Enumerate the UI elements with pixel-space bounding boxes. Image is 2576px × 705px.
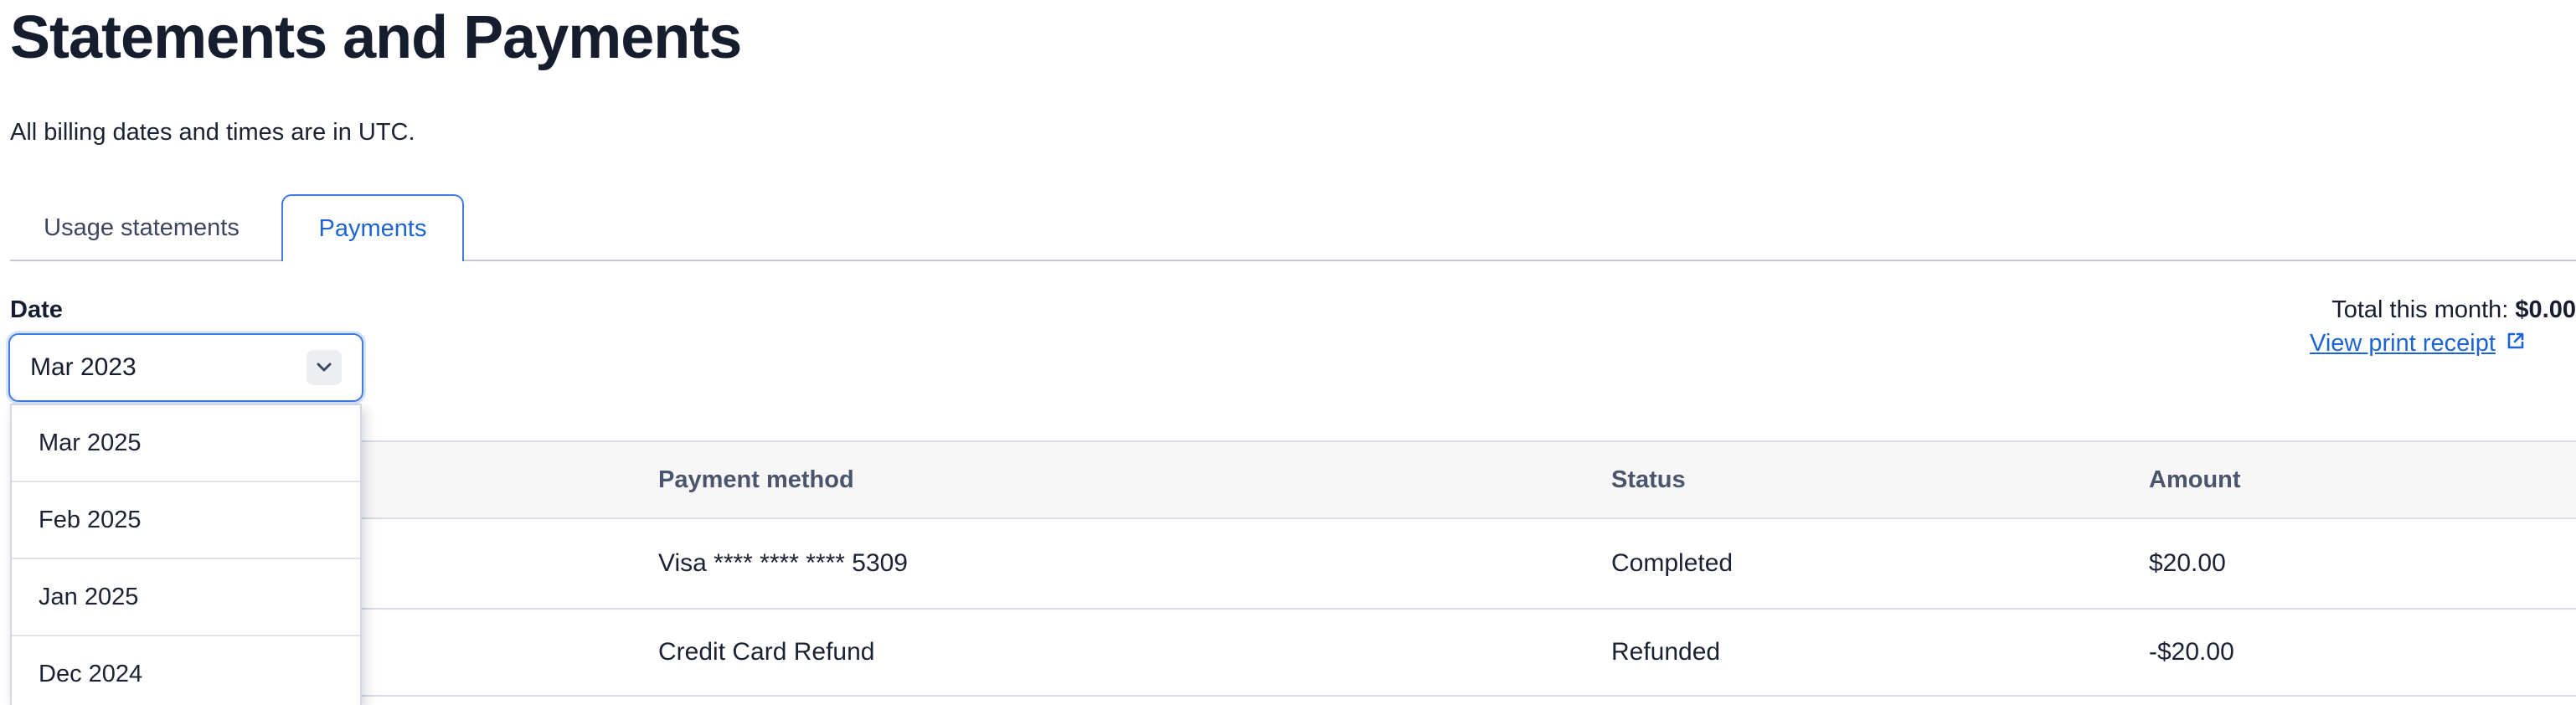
amount-cell: $20.00 bbox=[2149, 549, 2226, 577]
column-header-amount: Amount bbox=[2149, 466, 2241, 493]
date-option[interactable]: Dec 2024 bbox=[12, 636, 360, 705]
monthly-total-value: $0.00 bbox=[2515, 296, 2576, 323]
page-title: Statements and Payments bbox=[10, 4, 742, 71]
amount-cell: -$20.00 bbox=[2149, 638, 2234, 666]
date-select-value: Mar 2023 bbox=[30, 353, 137, 381]
monthly-total: Total this month: $0.00 bbox=[2331, 296, 2576, 324]
page-subtitle: All billing dates and times are in UTC. bbox=[10, 119, 415, 146]
column-header-payment-method: Payment method bbox=[658, 466, 854, 493]
date-option[interactable]: Mar 2025 bbox=[12, 405, 360, 482]
date-filter-label: Date bbox=[10, 296, 63, 323]
table-header: Payment method Status Amount bbox=[12, 442, 2576, 519]
external-link-icon bbox=[2506, 330, 2526, 358]
status-cell: Refunded bbox=[1611, 638, 1721, 666]
tab-payments[interactable]: Payments bbox=[281, 194, 464, 261]
date-option[interactable]: Jan 2025 bbox=[12, 559, 360, 636]
tab-bar: Usage statements Payments bbox=[10, 194, 2576, 261]
view-print-receipt-label: View print receipt bbox=[2310, 330, 2496, 357]
payment-method-cell: Visa **** **** **** 5309 bbox=[658, 549, 908, 577]
payments-table: Payment method Status Amount Visa **** *… bbox=[10, 440, 2576, 697]
date-option[interactable]: Feb 2025 bbox=[12, 482, 360, 559]
date-dropdown-list: Mar 2025 Feb 2025 Jan 2025 Dec 2024 bbox=[10, 404, 362, 705]
status-cell: Completed bbox=[1611, 549, 1734, 577]
chevron-down-icon bbox=[307, 350, 342, 385]
tab-usage-statements[interactable]: Usage statements bbox=[10, 194, 273, 261]
column-header-status: Status bbox=[1611, 466, 1686, 493]
table-row: Credit Card Refund Refunded -$20.00 bbox=[12, 610, 2576, 695]
monthly-total-label: Total this month: bbox=[2331, 296, 2509, 323]
payment-method-cell: Credit Card Refund bbox=[658, 638, 875, 666]
view-print-receipt-link[interactable]: View print receipt bbox=[2310, 330, 2526, 358]
table-row: Visa **** **** **** 5309 Completed $20.0… bbox=[12, 519, 2576, 610]
date-select[interactable]: Mar 2023 bbox=[8, 333, 363, 402]
